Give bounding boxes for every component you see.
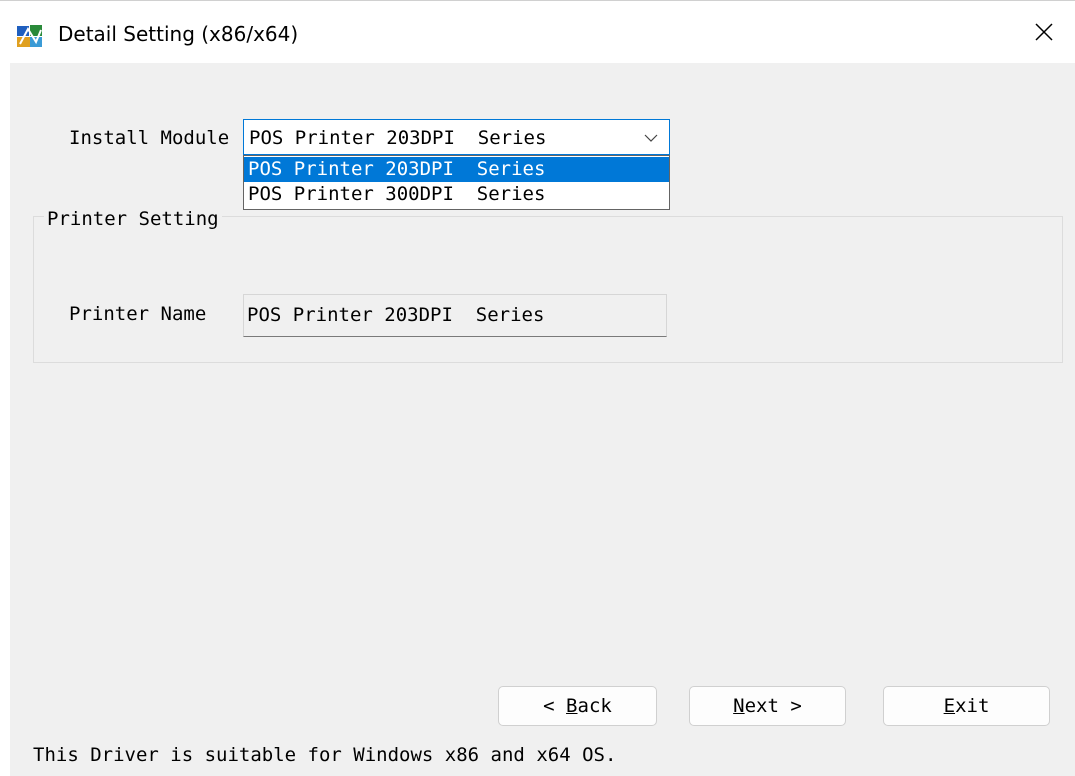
- next-button-mnemonic: N: [733, 695, 745, 717]
- dropdown-option-203dpi[interactable]: POS Printer 203DPI Series: [244, 157, 669, 182]
- exit-button-mnemonic: E: [943, 695, 956, 717]
- close-button[interactable]: [1013, 1, 1075, 63]
- back-button[interactable]: < Back: [498, 686, 657, 726]
- window-left-edge: [0, 62, 10, 776]
- back-button-rest: ack: [577, 695, 612, 717]
- dropdown-option-300dpi[interactable]: POS Printer 300DPI Series: [244, 182, 669, 207]
- exit-button-rest: xit: [955, 695, 990, 717]
- next-button-suffix: >: [778, 695, 802, 717]
- back-button-mnemonic: B: [566, 695, 578, 717]
- next-button[interactable]: Next >: [689, 686, 846, 726]
- printer-name-label: Printer Name: [69, 303, 207, 325]
- next-button-rest: ext: [744, 695, 779, 717]
- close-icon: [1035, 23, 1053, 41]
- title-bar[interactable]: Detail Setting (x86/x64): [0, 0, 1075, 63]
- install-module-combobox[interactable]: POS Printer 203DPI Series: [243, 119, 670, 155]
- install-module-dropdown-list: POS Printer 203DPI Series POS Printer 30…: [243, 155, 670, 210]
- printer-setting-groupbox: [33, 216, 1063, 363]
- back-button-prefix: <: [543, 695, 567, 717]
- installer-app-icon: [17, 25, 42, 47]
- install-module-value: POS Printer 203DPI Series: [249, 127, 547, 149]
- printer-name-value: POS Printer 203DPI Series: [247, 304, 545, 326]
- chevron-down-icon[interactable]: [643, 130, 659, 146]
- exit-button[interactable]: Exit: [883, 686, 1050, 726]
- printer-name-field[interactable]: POS Printer 203DPI Series: [243, 294, 667, 337]
- printer-setting-title: Printer Setting: [44, 208, 222, 230]
- install-module-label: Install Module: [69, 127, 230, 149]
- detail-setting-window: Detail Setting (x86/x64) Install Module …: [0, 0, 1075, 776]
- window-title: Detail Setting (x86/x64): [58, 22, 299, 46]
- os-compatibility-note: This Driver is suitable for Windows x86 …: [33, 744, 617, 766]
